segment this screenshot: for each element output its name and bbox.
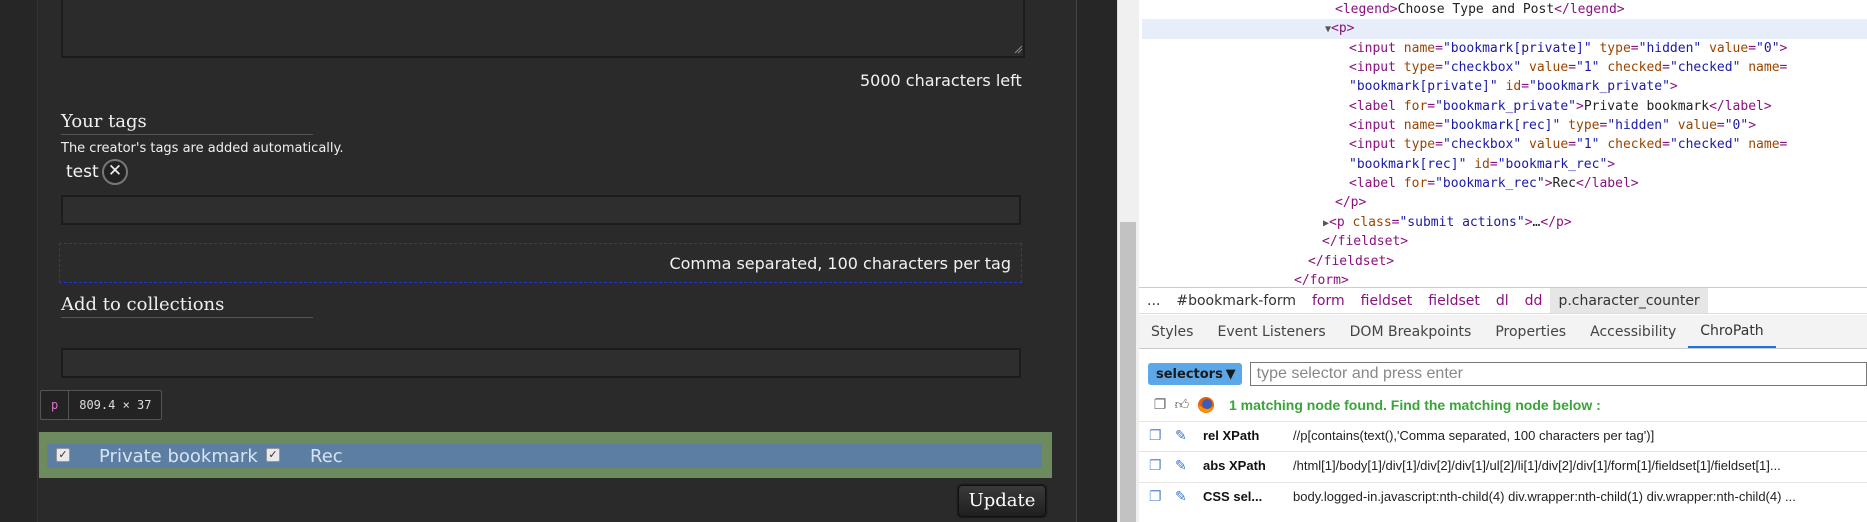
code-line[interactable]: </fieldset> [1322, 232, 1408, 251]
tab-chropath[interactable]: ChroPath [1688, 315, 1776, 348]
devtools-panel: <legend>Choose Type and Post</legend> ▼<… [1139, 0, 1867, 522]
page-right-gutter [1076, 0, 1117, 522]
private-bookmark-checkbox[interactable]: ✓ [56, 448, 70, 462]
breadcrumb-item[interactable]: #bookmark-form [1168, 293, 1304, 309]
result-value[interactable]: //p[contains(text(),'Comma separated, 10… [1293, 428, 1853, 443]
result-row-rel-xpath: ❐ ✎ rel XPath //p[contains(text(),'Comma… [1139, 421, 1867, 449]
sidebar-tabs: Styles Event Listeners DOM Breakpoints P… [1139, 315, 1867, 349]
code-line[interactable]: </form> [1294, 271, 1349, 288]
code-line[interactable]: "bookmark[rec]" id="bookmark_rec"> [1349, 155, 1615, 174]
result-row-abs-xpath: ❐ ✎ abs XPath /html[1]/body[1]/div[1]/di… [1139, 451, 1867, 479]
result-name: CSS sel... [1203, 489, 1263, 504]
match-message: 1 matching node found. Find the matching… [1229, 397, 1601, 413]
notes-textarea[interactable] [61, 0, 1025, 58]
selector-placeholder: type selector and press enter [1256, 365, 1463, 382]
collections-input[interactable] [61, 348, 1021, 378]
match-status-row: ❐ 👍︎ 1 matching node found. Find the mat… [1139, 394, 1867, 416]
code-line[interactable]: <legend>Choose Type and Post</legend> [1335, 0, 1625, 19]
collections-heading: Add to collections [61, 294, 313, 318]
copy-icon[interactable]: ❐ [1149, 488, 1165, 505]
tooltip-tag: p [41, 391, 70, 419]
chropath-toolbar: selectors ▼ type selector and press ente… [1139, 358, 1867, 390]
tab-styles[interactable]: Styles [1139, 315, 1205, 348]
breadcrumb-item[interactable]: fieldset [1420, 293, 1488, 309]
tab-properties[interactable]: Properties [1483, 315, 1578, 348]
code-line-selected[interactable]: ▼<p> [1142, 19, 1867, 40]
your-tags-heading: Your tags [61, 111, 313, 135]
code-line[interactable]: </p> [1335, 193, 1366, 212]
breadcrumb: ... #bookmark-form form fieldset fieldse… [1139, 287, 1867, 314]
tags-input[interactable] [61, 195, 1021, 225]
code-line[interactable]: </fieldset> [1308, 252, 1394, 271]
tab-event-listeners[interactable]: Event Listeners [1205, 315, 1337, 348]
tag-hint-box: Comma separated, 100 characters per tag [59, 243, 1022, 283]
scrollbar-thumb[interactable] [1120, 222, 1136, 522]
code-line[interactable]: <label for="bookmark_rec">Rec</label> [1349, 174, 1639, 193]
result-name: abs XPath [1203, 458, 1266, 473]
result-row-css-selector: ❐ ✎ CSS sel... body.logged-in.javascript… [1139, 482, 1867, 510]
element-inspect-tooltip: p 809.4 × 37 [40, 390, 163, 420]
dropdown-arrow-icon: ▼ [1225, 366, 1236, 382]
web-page: 5000 characters left Your tags The creat… [0, 0, 1117, 522]
tab-dom-breakpoints[interactable]: DOM Breakpoints [1338, 315, 1484, 348]
code-line[interactable]: <input type="checkbox" value="1" checked… [1349, 135, 1787, 154]
character-counter: 5000 characters left [860, 71, 1022, 90]
edit-icon[interactable]: ✎ [1175, 427, 1191, 444]
breadcrumb-ellipsis[interactable]: ... [1139, 293, 1168, 309]
code-line[interactable]: ▶<p class="submit actions">…</p> [1323, 213, 1572, 233]
tags-note: The creator's tags are added automatical… [61, 141, 344, 156]
code-line[interactable]: <label for="bookmark_private">Private bo… [1349, 97, 1772, 116]
collapse-triangle-icon[interactable]: ▼ [1142, 24, 1331, 35]
tag-hint-text: Comma separated, 100 characters per tag [669, 254, 1011, 273]
breadcrumb-item-active[interactable]: p.character_counter [1550, 288, 1708, 313]
tab-accessibility[interactable]: Accessibility [1578, 315, 1688, 348]
firefox-icon[interactable] [1197, 396, 1215, 414]
private-bookmark-label[interactable]: Private bookmark [99, 446, 258, 467]
page-left-gutter [0, 0, 38, 522]
code-line[interactable]: <input name="bookmark[private]" type="hi… [1349, 39, 1787, 58]
edit-icon[interactable]: ✎ [1175, 457, 1191, 474]
copy-icon[interactable]: ❐ [1149, 457, 1165, 474]
code-line[interactable]: <input name="bookmark[rec]" type="hidden… [1349, 116, 1756, 135]
copy-icon[interactable]: ❐ [1149, 427, 1165, 444]
update-button[interactable]: Update [958, 485, 1046, 517]
selector-input[interactable]: type selector and press enter [1249, 362, 1867, 386]
selector-type-dropdown[interactable]: selectors ▼ [1148, 363, 1242, 385]
tag-item: test [66, 162, 99, 182]
breadcrumb-item[interactable]: form [1304, 293, 1353, 309]
breadcrumb-item[interactable]: dd [1517, 293, 1551, 309]
remove-tag-icon[interactable]: ✕ [102, 159, 128, 185]
breadcrumb-item[interactable]: fieldset [1353, 293, 1421, 309]
result-name: rel XPath [1203, 428, 1260, 443]
result-value[interactable]: body.logged-in.javascript:nth-child(4) d… [1293, 489, 1853, 504]
code-line[interactable]: "bookmark[private]" id="bookmark_private… [1349, 77, 1678, 96]
rec-checkbox[interactable]: ✓ [266, 448, 280, 462]
selector-type-label: selectors [1156, 366, 1223, 382]
breadcrumb-item[interactable]: dl [1488, 293, 1517, 309]
result-value[interactable]: /html[1]/body[1]/div[1]/div[2]/div[1]/ul… [1293, 458, 1853, 473]
elements-tree: <legend>Choose Type and Post</legend> ▼<… [1139, 0, 1867, 288]
resize-grip-icon[interactable] [1014, 45, 1023, 54]
tooltip-size: 809.4 × 37 [79, 398, 152, 412]
edit-icon[interactable]: ✎ [1175, 488, 1191, 505]
thumbs-up-icon[interactable]: 👍︎ [1173, 396, 1191, 414]
rec-label[interactable]: Rec [310, 446, 343, 467]
copy-all-icon[interactable]: ❐ [1151, 396, 1169, 414]
code-line[interactable]: <input type="checkbox" value="1" checked… [1349, 58, 1787, 77]
